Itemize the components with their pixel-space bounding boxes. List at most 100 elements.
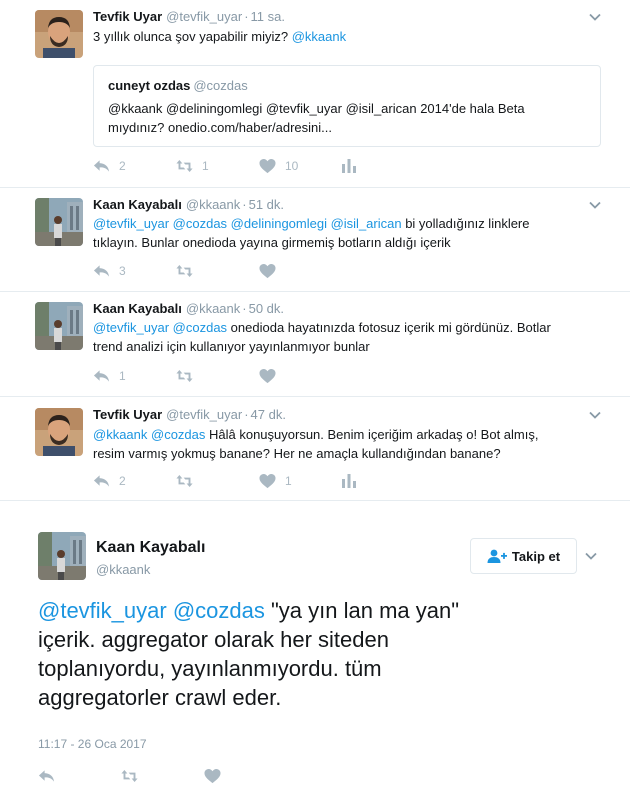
- quoted-text-line: @kkaank @deliningomlegi @tevfik_uyar @is…: [108, 101, 525, 116]
- retweet-button[interactable]: [176, 473, 259, 489]
- like-icon: [259, 368, 276, 384]
- tweet-actions: 1: [93, 366, 342, 386]
- quoted-tweet[interactable]: cuneyt ozdas @cozdas @kkaank @deliningoml…: [93, 65, 601, 147]
- retweet-button[interactable]: [121, 768, 204, 784]
- user-name[interactable]: Tevfik Uyar: [93, 407, 162, 422]
- mention-link[interactable]: @kkaank: [292, 29, 346, 44]
- chevron-down-icon[interactable]: [588, 10, 602, 24]
- tweet-time[interactable]: 47 dk.: [251, 407, 286, 422]
- like-button[interactable]: [259, 368, 342, 384]
- reply-icon: [38, 768, 55, 784]
- tweet-text-line: trend analizi için kullanıyor yayınlanmı…: [93, 339, 370, 354]
- quoted-user-handle: @cozdas: [193, 78, 248, 93]
- user-name[interactable]: Kaan Kayabalı: [96, 539, 205, 557]
- tweet-text-line: @tevfik_uyar @cozdas @deliningomlegi @is…: [93, 214, 603, 233]
- follow-button-label: Takip et: [511, 548, 561, 564]
- tweet-text-plain: Hâlâ konuşuyorsun. Benim içeriğim arkada…: [205, 427, 539, 442]
- reply-icon: [93, 263, 110, 279]
- separator-dot: ·: [244, 407, 249, 422]
- like-icon: [259, 263, 276, 279]
- quoted-text-line: mıydınız? onedio.com/haber/adresini...: [108, 120, 333, 135]
- reply-button[interactable]: 2: [93, 158, 176, 174]
- like-button[interactable]: 10: [259, 158, 342, 174]
- tweet[interactable]: Tevfik Uyar @tevfik_uyar · 47 dk. @kkaank @…: [0, 397, 630, 501]
- retweet-icon: [121, 768, 138, 784]
- like-count: 1: [285, 474, 292, 488]
- avatar[interactable]: [35, 10, 83, 58]
- retweet-icon: [176, 158, 193, 174]
- retweet-icon: [176, 368, 193, 384]
- avatar[interactable]: [38, 532, 86, 580]
- separator-dot: ·: [242, 197, 247, 212]
- user-handle[interactable]: @tevfik_uyar: [166, 9, 242, 24]
- tweet-text-line: @kkaank @cozdas Hâlâ konuşuyorsun. Benim…: [93, 425, 603, 444]
- user-name[interactable]: Tevfik Uyar: [93, 9, 162, 24]
- tweet-text-plain: 3 yıllık olunca şov yapabilir miyiz?: [93, 29, 292, 44]
- retweet-icon: [176, 263, 193, 279]
- follow-user-icon: [487, 549, 507, 563]
- stats-icon: [342, 159, 356, 173]
- tweet-text-plain: onedioda hayatınızda fotosuz içerik mi g…: [227, 320, 551, 335]
- like-button[interactable]: [204, 768, 287, 784]
- retweet-button[interactable]: 1: [176, 158, 259, 174]
- tweet-text-line: @tevfik_uyar @cozdas "ya yın lan ma yan": [38, 596, 598, 625]
- user-handle[interactable]: @kkaank: [96, 562, 150, 577]
- tweet-time[interactable]: 50 dk.: [249, 301, 284, 316]
- user-handle[interactable]: @tevfik_uyar: [166, 407, 242, 422]
- tweet-time[interactable]: 51 dk.: [249, 197, 284, 212]
- follow-button[interactable]: Takip et: [470, 538, 577, 574]
- tweet[interactable]: Kaan Kayabalı @kkaank · 51 dk. @tevfik_uyar…: [0, 188, 630, 292]
- tweet-text: @tevfik_uyar @cozdas "ya yın lan ma yan"…: [38, 596, 598, 712]
- tweet[interactable]: Tevfik Uyar @tevfik_uyar · 11 sa. 3 yıllık …: [0, 0, 630, 188]
- analytics-button[interactable]: [342, 474, 425, 488]
- separator-dot: ·: [244, 9, 249, 24]
- tweet[interactable]: Kaan Kayabalı @kkaank · 50 dk. @tevfik_uyar…: [0, 292, 630, 397]
- quoted-user-name: cuneyt ozdas: [108, 78, 191, 93]
- reply-count: 2: [119, 474, 126, 488]
- tweet-text-line: aggregatorler crawl eder.: [38, 685, 282, 710]
- user-name[interactable]: Kaan Kayabalı: [93, 301, 182, 316]
- reply-count: 1: [119, 369, 126, 383]
- quoted-tweet-header: cuneyt ozdas @cozdas: [108, 78, 586, 93]
- tweet-text-line: @tevfik_uyar @cozdas onedioda hayatınızd…: [93, 318, 603, 337]
- reply-button[interactable]: 1: [93, 368, 176, 384]
- like-button[interactable]: 1: [259, 473, 342, 489]
- mention-links[interactable]: @tevfik_uyar @cozdas @deliningomlegi @is…: [93, 216, 402, 231]
- retweet-count: 1: [202, 159, 209, 173]
- chevron-down-icon[interactable]: [588, 198, 602, 212]
- tweet-actions: [38, 766, 287, 786]
- tweet-text: @kkaank @cozdas Hâlâ konuşuyorsun. Benim…: [93, 425, 603, 463]
- retweet-button[interactable]: [176, 263, 259, 279]
- avatar[interactable]: [35, 198, 83, 246]
- mention-links[interactable]: @tevfik_uyar @cozdas: [38, 598, 265, 623]
- reply-button[interactable]: [38, 768, 121, 784]
- user-name[interactable]: Kaan Kayabalı: [93, 197, 182, 212]
- retweet-button[interactable]: [176, 368, 259, 384]
- chevron-down-icon[interactable]: [588, 408, 602, 422]
- reply-count: 2: [119, 159, 126, 173]
- analytics-button[interactable]: [342, 159, 425, 173]
- like-button[interactable]: [259, 263, 342, 279]
- user-handle[interactable]: @kkaank: [186, 301, 240, 316]
- reply-button[interactable]: 3: [93, 263, 176, 279]
- tweet-header: Kaan Kayabalı @kkaank · 51 dk.: [93, 197, 284, 212]
- tweet-text: @tevfik_uyar @cozdas @deliningomlegi @is…: [93, 214, 603, 252]
- tweet-header: Tevfik Uyar @tevfik_uyar · 11 sa.: [93, 9, 285, 24]
- tweet-actions: 2 1: [93, 471, 425, 491]
- tweet-text: 3 yıllık olunca şov yapabilir miyiz? @kk…: [93, 27, 603, 46]
- like-icon: [259, 158, 276, 174]
- tweet-text-line: resim varmış yokmuş banane? Her ne amaçl…: [93, 446, 501, 461]
- tweet-text-line: toplanıyordu, yayınlanmıyordu. tüm: [38, 656, 382, 681]
- mention-links[interactable]: @kkaank @cozdas: [93, 427, 205, 442]
- tweet-timestamp[interactable]: 11:17 - 26 Oca 2017: [38, 737, 147, 751]
- mention-links[interactable]: @tevfik_uyar @cozdas: [93, 320, 227, 335]
- user-handle[interactable]: @kkaank: [186, 197, 240, 212]
- reply-button[interactable]: 2: [93, 473, 176, 489]
- tweet-text-line: içerik. aggregator olarak her siteden: [38, 627, 389, 652]
- tweet-time[interactable]: 11 sa.: [251, 9, 285, 24]
- chevron-down-icon[interactable]: [584, 549, 598, 563]
- avatar[interactable]: [35, 302, 83, 350]
- like-icon: [204, 768, 221, 784]
- avatar[interactable]: [35, 408, 83, 456]
- tweet-text-line: tıklayın. Bunlar onedioda yayına girmemi…: [93, 235, 451, 250]
